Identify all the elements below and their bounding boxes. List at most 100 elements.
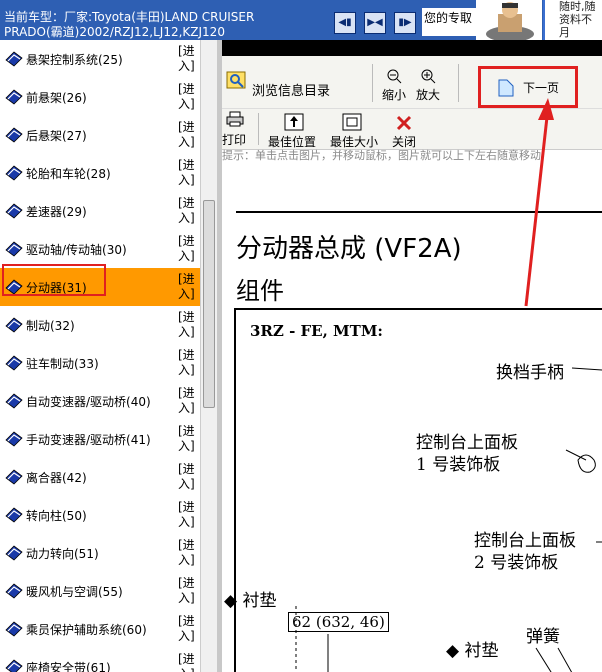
sidebar-item[interactable]: 前悬架(26) [进入] [0,78,200,116]
enter-link[interactable]: [进入] [178,500,200,530]
sidebar-item[interactable]: 暖风机与空调(55) [进入] [0,572,200,610]
car-label: 当前车型： [4,10,65,24]
fit-page-button[interactable]: ▶◀ [364,12,386,34]
book-icon [5,355,23,371]
enter-link[interactable]: [进入] [178,120,200,150]
toolbar-divider [258,113,259,145]
sidebar-item-label: 动力转向(51) [26,546,99,561]
sidebar-item-label: 驱动轴/传动轴(30) [26,242,127,257]
book-icon [5,203,23,219]
component-diagram: 3RZ - FE, MTM: 换档手柄 控制台上面板 1 号装饰板 控制台上面板… [224,308,602,672]
sidebar-item-label: 转向柱(50) [26,508,87,523]
book-icon [5,583,23,599]
enter-link[interactable]: [进入] [178,538,200,568]
sidebar-item-label: 乘员保护辅助系统(60) [26,622,147,637]
top-banner: 当前车型：厂家:Toyota(丰田)LAND CRUISER PRADO(霸道)… [0,0,602,40]
close-button[interactable]: 关闭 [392,133,416,150]
sidebar-item[interactable]: 座椅安全带(61) [进入] [0,648,200,672]
print-button[interactable]: 打印 [222,131,246,148]
category-sidebar: 悬架控制系统(25) [进入] 前悬架(26) [进入] 后悬架(27) [进入] 轮胎和车… [0,40,200,672]
annotation-arrow [524,98,554,307]
sidebar-item-label: 悬架控制系统(25) [26,52,123,67]
sidebar-item-label: 差速器(29) [26,204,87,219]
book-icon [5,545,23,561]
enter-link[interactable]: [进入] [178,158,200,188]
enter-link[interactable]: [进入] [178,82,200,112]
enter-link[interactable]: [进入] [178,272,200,302]
next-page-icon [498,79,514,97]
enter-link[interactable]: [进入] [178,44,200,74]
scrollbar-thumb[interactable] [203,200,215,408]
book-icon [5,89,23,105]
browse-catalog-button[interactable]: 浏览信息目录 [252,80,330,99]
book-icon [5,431,23,447]
enter-link[interactable]: [进入] [178,348,200,378]
enter-link[interactable]: [进入] [178,196,200,226]
sidebar-item[interactable]: 动力转向(51) [进入] [0,534,200,572]
zoom-out-button[interactable]: 缩小 [382,86,406,103]
book-icon [5,317,23,333]
book-icon [5,659,23,672]
sidebar-item[interactable]: 转向柱(50) [进入] [0,496,200,534]
book-icon [5,469,23,485]
book-icon [5,165,23,181]
sidebar-item[interactable]: 差速器(29) [进入] [0,192,200,230]
print-icon [226,111,244,127]
current-car-info: 当前车型：厂家:Toyota(丰田)LAND CRUISER PRADO(霸道)… [4,10,294,40]
book-icon [5,621,23,637]
book-icon [5,51,23,67]
enter-link[interactable]: [进入] [178,614,200,644]
sidebar-item-label: 座椅安全带(61) [26,660,111,672]
sidebar-item-label: 前悬架(26) [26,90,87,105]
best-position-button[interactable]: 最佳位置 [268,133,316,150]
toolbar-divider [372,64,373,102]
enter-link[interactable]: [进入] [178,234,200,264]
sidebar-item-label: 轮胎和车轮(28) [26,166,111,181]
enter-link[interactable]: [进入] [178,576,200,606]
enter-link[interactable]: [进入] [178,462,200,492]
side-message: 随时,随 资料不月 [543,0,602,40]
sidebar-item[interactable]: 制动(32) [进入] [0,306,200,344]
sidebar-scrollbar[interactable] [200,40,217,672]
sidebar-item[interactable]: 离合器(42) [进入] [0,458,200,496]
book-icon [5,127,23,143]
book-icon [5,241,23,257]
toolbar-divider [458,64,459,102]
zoom-out-icon [387,69,402,84]
catalog-icon [226,71,246,89]
last-page-button[interactable]: ▮▶ [394,12,416,34]
enter-link[interactable]: [进入] [178,652,200,672]
sidebar-item-label: 制动(32) [26,318,75,333]
sidebar-item[interactable]: 乘员保护辅助系统(60) [进入] [0,610,200,648]
best-size-icon [342,113,362,131]
zoom-in-icon [421,69,436,84]
sidebar-item-label: 驻车制动(33) [26,356,99,371]
document-title: 分动器总成 (VF2A) [236,234,462,264]
sidebar-item[interactable]: 驻车制动(33) [进入] [0,344,200,382]
enter-link[interactable]: [进入] [178,424,200,454]
side-message-line-2: 资料不月 [559,13,592,39]
sidebar-item[interactable]: 手动变速器/驱动桥(41) [进入] [0,420,200,458]
book-icon [5,393,23,409]
sidebar-item[interactable]: 自动变速器/驱动桥(40) [进入] [0,382,200,420]
sidebar-item[interactable]: 轮胎和车轮(28) [进入] [0,154,200,192]
sidebar-item[interactable]: 驱动轴/传动轴(30) [进入] [0,230,200,268]
best-position-icon [284,113,304,131]
sidebar-item-label: 手动变速器/驱动桥(41) [26,432,151,447]
pro-text: 您的专取 [422,8,476,36]
mascot-image [476,0,542,40]
sidebar-item-label: 后悬架(27) [26,128,87,143]
zoom-in-button[interactable]: 放大 [416,86,440,103]
first-page-button[interactable]: ◀▮ [334,12,356,34]
sidebar-item-label: 离合器(42) [26,470,87,485]
side-message-line-1: 随时,随 [559,0,596,13]
active-item-highlight [2,264,106,296]
sidebar-item[interactable]: 后悬架(27) [进入] [0,116,200,154]
diagram-lines [295,367,602,672]
enter-link[interactable]: [进入] [178,386,200,416]
document-subtitle: 组件 [236,277,284,305]
book-icon [5,507,23,523]
enter-link[interactable]: [进入] [178,310,200,340]
best-size-button[interactable]: 最佳大小 [330,133,378,150]
sidebar-item[interactable]: 悬架控制系统(25) [进入] [0,40,200,78]
